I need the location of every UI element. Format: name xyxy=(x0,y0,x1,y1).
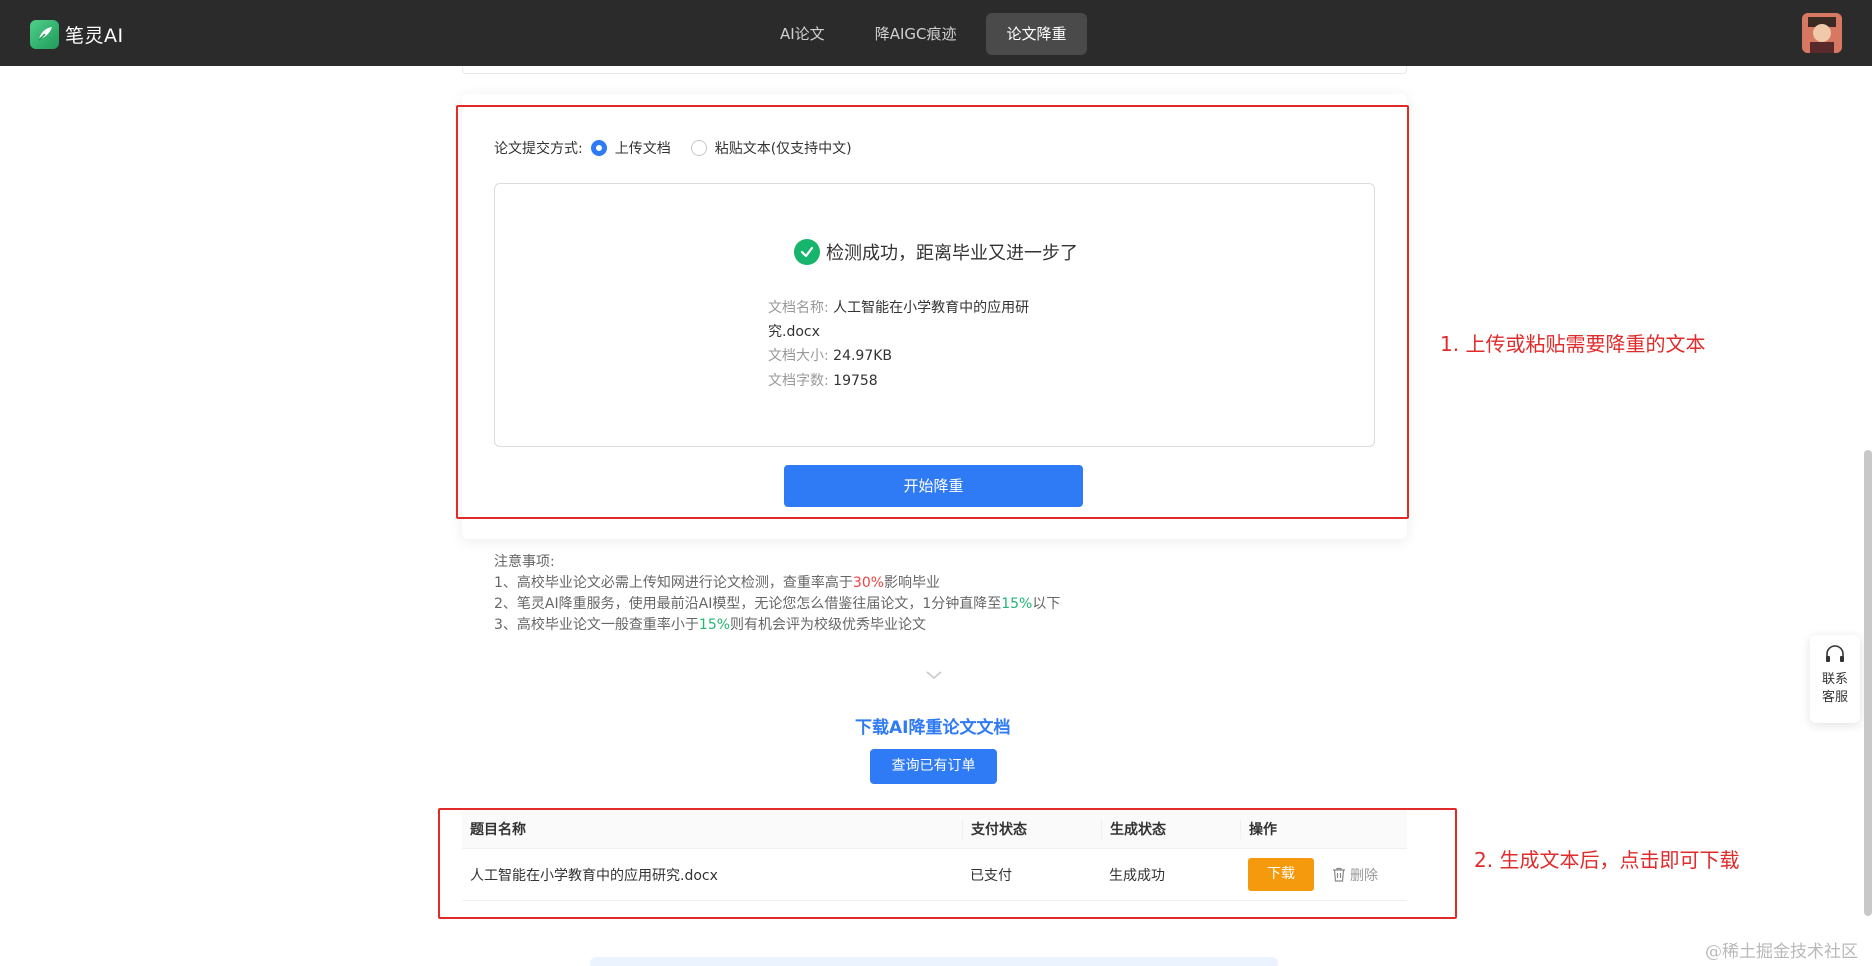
notes: 注意事项: 1、高校毕业论文必需上传知网进行论文检测，查重率高于30%影响毕业 … xyxy=(494,552,1060,636)
note-3-text: 3、高校毕业论文一般查重率小于 xyxy=(494,617,699,633)
note-2: 2、笔灵AI降重服务，使用最前沿AI模型，无论您怎么借鉴往届论文，1分钟直降至1… xyxy=(494,594,1060,615)
query-orders-button[interactable]: 查询已有订单 xyxy=(870,749,997,784)
notes-title: 注意事项: xyxy=(494,554,555,570)
annotation-1: 1. 上传或粘贴需要降重的文本 xyxy=(1440,332,1706,356)
scrollbar[interactable] xyxy=(1864,450,1872,916)
annotation-box-2 xyxy=(438,808,1457,919)
headset-icon xyxy=(1826,645,1844,662)
brand-name: 笔灵AI xyxy=(65,24,124,47)
customer-service-button[interactable]: 联系 客服 xyxy=(1810,635,1860,723)
note-1-tail: 影响毕业 xyxy=(884,575,941,591)
annotation-box-1 xyxy=(456,105,1409,519)
note-2-text: 2、笔灵AI降重服务，使用最前沿AI模型，无论您怎么借鉴往届论文，1分钟直降至 xyxy=(494,596,1002,612)
nav-reduce-aigc[interactable]: 降AIGC痕迹 xyxy=(855,13,977,55)
previous-card-edge xyxy=(462,66,1407,74)
nav-paper-rewrite[interactable]: 论文降重 xyxy=(986,13,1087,55)
note-3-tail: 则有机会评为校级优秀毕业论文 xyxy=(730,617,927,633)
note-2-highlight: 15% xyxy=(1001,596,1033,612)
watermark: @稀土掘金技术社区 xyxy=(1705,942,1858,962)
note-1-text: 1、高校毕业论文必需上传知网进行论文检测，查重率高于 xyxy=(494,575,853,591)
note-3-highlight: 15% xyxy=(698,617,731,633)
nav-ai-paper[interactable]: AI论文 xyxy=(760,13,845,55)
note-1: 1、高校毕业论文必需上传知网进行论文检测，查重率高于30%影响毕业 xyxy=(494,573,1060,594)
annotation-2: 2. 生成文本后，点击即可下载 xyxy=(1474,848,1740,872)
top-navbar: 笔灵AI AI论文 降AIGC痕迹 论文降重 xyxy=(0,0,1872,66)
note-1-highlight: 30% xyxy=(852,575,885,591)
brand-logo-icon xyxy=(30,19,59,49)
avatar[interactable] xyxy=(1802,13,1842,53)
service-label-1: 联系 xyxy=(1821,672,1848,687)
chevron-down-icon xyxy=(925,666,943,685)
download-section-title: 下载AI降重论文文档 xyxy=(855,718,1011,738)
bottom-section-edge xyxy=(590,957,1278,966)
main-nav: AI论文 降AIGC痕迹 论文降重 xyxy=(760,13,1097,55)
brand[interactable]: 笔灵AI xyxy=(30,19,124,49)
note-2-tail: 以下 xyxy=(1032,596,1061,612)
note-3: 3、高校毕业论文一般查重率小于15%则有机会评为校级优秀毕业论文 xyxy=(494,615,1060,636)
service-label-2: 客服 xyxy=(1821,690,1848,705)
